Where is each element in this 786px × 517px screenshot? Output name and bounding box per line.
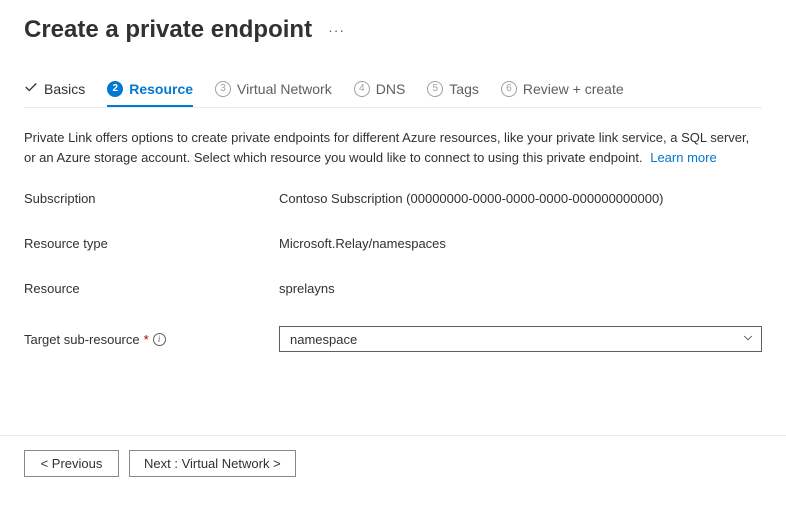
- resource-label: Resource: [24, 281, 279, 296]
- tab-virtual-network[interactable]: 3 Virtual Network: [215, 80, 332, 107]
- page-title: Create a private endpoint: [24, 16, 312, 44]
- more-icon[interactable]: ···: [328, 22, 345, 38]
- step-number: 5: [427, 81, 443, 97]
- tab-label: Resource: [129, 81, 193, 97]
- tab-label: Virtual Network: [237, 81, 332, 97]
- tab-tags[interactable]: 5 Tags: [427, 80, 479, 107]
- tab-strip: Basics 2 Resource 3 Virtual Network 4 DN…: [24, 80, 762, 108]
- required-asterisk: *: [144, 332, 149, 347]
- step-number: 6: [501, 81, 517, 97]
- tab-label: Basics: [44, 81, 85, 97]
- info-icon[interactable]: i: [153, 333, 166, 346]
- subscription-value: Contoso Subscription (00000000-0000-0000…: [279, 191, 762, 206]
- tab-review-create[interactable]: 6 Review + create: [501, 80, 624, 107]
- step-number: 4: [354, 81, 370, 97]
- learn-more-link[interactable]: Learn more: [650, 150, 716, 165]
- subscription-label: Subscription: [24, 191, 279, 206]
- check-icon: [24, 80, 38, 97]
- tab-dns[interactable]: 4 DNS: [354, 80, 406, 107]
- tab-resource[interactable]: 2 Resource: [107, 80, 193, 107]
- resource-type-label: Resource type: [24, 236, 279, 251]
- tab-basics[interactable]: Basics: [24, 80, 85, 107]
- description-text: Private Link offers options to create pr…: [24, 128, 762, 167]
- target-sub-resource-select[interactable]: namespace: [279, 326, 762, 352]
- resource-type-value: Microsoft.Relay/namespaces: [279, 236, 762, 251]
- footer-bar: < Previous Next : Virtual Network >: [0, 435, 786, 477]
- previous-button[interactable]: < Previous: [24, 450, 119, 477]
- step-number: 3: [215, 81, 231, 97]
- tab-label: Review + create: [523, 81, 624, 97]
- tab-label: Tags: [449, 81, 479, 97]
- resource-value: sprelayns: [279, 281, 762, 296]
- step-number: 2: [107, 81, 123, 97]
- tab-label: DNS: [376, 81, 406, 97]
- target-sub-resource-label: Target sub-resource * i: [24, 332, 279, 347]
- next-button[interactable]: Next : Virtual Network >: [129, 450, 296, 477]
